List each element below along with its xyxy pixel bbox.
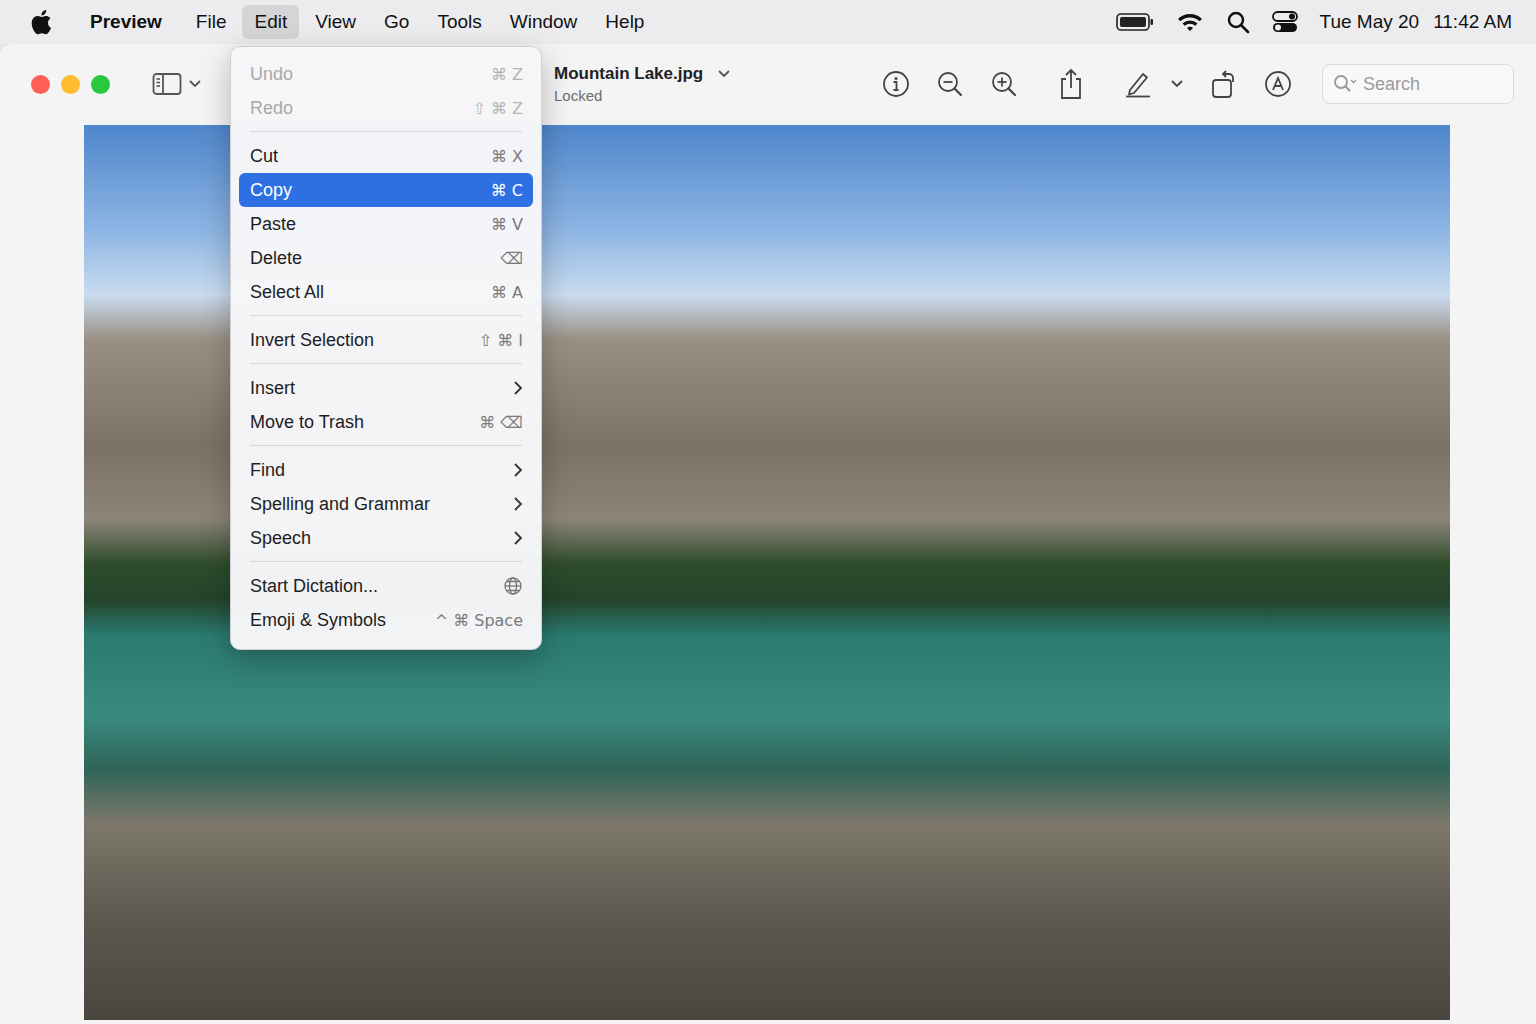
menu-item[interactable]: Select All ⌘ A xyxy=(239,275,533,309)
submenu-chevron-icon xyxy=(513,380,523,396)
menu-item-label: Start Dictation... xyxy=(250,576,378,597)
submenu-chevron-icon xyxy=(513,462,523,478)
menu-bar-item[interactable]: Tools xyxy=(425,5,493,39)
rotate-icon[interactable] xyxy=(1210,69,1238,99)
submenu-chevron-icon xyxy=(513,530,523,546)
magnifier-icon xyxy=(1333,74,1357,94)
menu-bar-item[interactable]: View xyxy=(303,5,368,39)
menu-bar: Preview FileEditViewGoToolsWindowHelp Tue … xyxy=(0,0,1536,44)
menu-separator xyxy=(250,363,522,364)
menu-bar-item[interactable]: Preview xyxy=(78,5,174,39)
menu-item[interactable]: Copy ⌘ C xyxy=(239,173,533,207)
menu-item[interactable]: Move to Trash ⌘ ⌫ xyxy=(239,405,533,439)
menu-item-label: Move to Trash xyxy=(250,412,364,433)
menu-item[interactable]: Delete ⌫ xyxy=(239,241,533,275)
search-icon[interactable] xyxy=(1226,10,1250,34)
menu-item-shortcut: ⌘ Z xyxy=(491,65,523,84)
menu-item[interactable]: Undo ⌘ Z xyxy=(239,57,533,91)
menu-item-label: Undo xyxy=(250,64,293,85)
menu-item-shortcut: ⌘ A xyxy=(491,283,523,302)
menu-item-shortcut: ^ ⌘ Space xyxy=(435,611,523,630)
menu-item[interactable]: Redo ⇧ ⌘ Z xyxy=(239,91,533,125)
zoom-button[interactable] xyxy=(91,75,110,94)
chevron-down-icon[interactable] xyxy=(1170,79,1184,89)
menu-item-label: Spelling and Grammar xyxy=(250,494,430,515)
menu-item[interactable]: Find xyxy=(239,453,533,487)
wifi-icon[interactable] xyxy=(1176,11,1204,33)
zoom-in-icon[interactable] xyxy=(990,70,1018,98)
markup-icon[interactable] xyxy=(1264,70,1292,98)
menu-item-shortcut: ⌘ C xyxy=(491,181,523,200)
menu-bar-item[interactable]: Help xyxy=(593,5,656,39)
menu-item-label: Insert xyxy=(250,378,295,399)
edit-menu: Undo ⌘ Z Redo ⇧ ⌘ Z Cut ⌘ X Copy ⌘ C Paste ⌘ V Del… xyxy=(230,46,542,650)
menu-item-label: Paste xyxy=(250,214,296,235)
menu-bar-time[interactable]: 11:42 AM xyxy=(1433,11,1512,33)
menu-bar-item[interactable]: Window xyxy=(498,5,590,39)
menu-item[interactable]: Cut ⌘ X xyxy=(239,139,533,173)
window-controls xyxy=(31,75,110,94)
desktop: Preview FileEditViewGoToolsWindowHelp Tue … xyxy=(0,0,1536,1024)
search-placeholder: Search xyxy=(1363,74,1420,95)
menu-item-shortcut: ⌘ V xyxy=(491,215,523,234)
menu-item-label: Redo xyxy=(250,98,293,119)
menu-separator xyxy=(250,445,522,446)
menu-item-label: Copy xyxy=(250,180,292,201)
sidebar-icon xyxy=(152,72,182,96)
window-subtitle: Locked xyxy=(554,87,731,104)
menu-item[interactable]: Start Dictation... xyxy=(239,569,533,603)
menu-item[interactable]: Paste ⌘ V xyxy=(239,207,533,241)
search-field[interactable]: Search xyxy=(1322,64,1514,104)
control-center-icon[interactable] xyxy=(1272,10,1298,34)
menu-separator xyxy=(250,561,522,562)
apple-logo-icon[interactable] xyxy=(30,9,52,35)
zoom-out-icon[interactable] xyxy=(936,70,964,98)
menu-item-label: Cut xyxy=(250,146,278,167)
menu-separator xyxy=(250,315,522,316)
sidebar-button[interactable] xyxy=(152,72,202,96)
menu-item[interactable]: Emoji & Symbols ^ ⌘ Space xyxy=(239,603,533,637)
share-icon[interactable] xyxy=(1058,68,1084,100)
menu-item-label: Invert Selection xyxy=(250,330,374,351)
menu-item[interactable]: Insert xyxy=(239,371,533,405)
menu-item-shortcut: ⌫ xyxy=(500,249,523,268)
document-title[interactable]: Mountain Lake.jpg Locked xyxy=(554,64,731,104)
menu-item-shortcut: ⇧ ⌘ I xyxy=(479,331,523,350)
menu-item-label: Select All xyxy=(250,282,324,303)
menu-bar-item[interactable]: File xyxy=(184,5,239,39)
chevron-down-icon xyxy=(717,69,731,79)
menu-item[interactable]: Spelling and Grammar xyxy=(239,487,533,521)
menu-bar-item[interactable]: Go xyxy=(372,5,421,39)
menu-item-label: Find xyxy=(250,460,285,481)
menu-item[interactable]: Invert Selection ⇧ ⌘ I xyxy=(239,323,533,357)
menu-item-shortcut: ⇧ ⌘ Z xyxy=(472,99,523,118)
battery-icon[interactable] xyxy=(1116,12,1154,32)
globe-icon xyxy=(503,576,523,596)
info-icon[interactable] xyxy=(882,70,910,98)
submenu-chevron-icon xyxy=(513,496,523,512)
close-button[interactable] xyxy=(31,75,50,94)
minimize-button[interactable] xyxy=(61,75,80,94)
menu-bar-date[interactable]: Tue May 20 xyxy=(1320,11,1420,33)
menu-item-label: Speech xyxy=(250,528,311,549)
menu-separator xyxy=(250,131,522,132)
chevron-down-icon xyxy=(188,79,202,89)
menu-item[interactable]: Speech xyxy=(239,521,533,555)
window-title: Mountain Lake.jpg xyxy=(554,64,703,84)
menu-item-label: Delete xyxy=(250,248,302,269)
menu-item-label: Emoji & Symbols xyxy=(250,610,386,631)
markup-pencil-icon[interactable] xyxy=(1124,70,1152,98)
toolbar-tools: Search xyxy=(882,64,1514,104)
menu-item-shortcut: ⌘ ⌫ xyxy=(479,413,523,432)
menu-item-shortcut: ⌘ X xyxy=(491,147,523,166)
menu-bar-item[interactable]: Edit xyxy=(242,5,299,39)
